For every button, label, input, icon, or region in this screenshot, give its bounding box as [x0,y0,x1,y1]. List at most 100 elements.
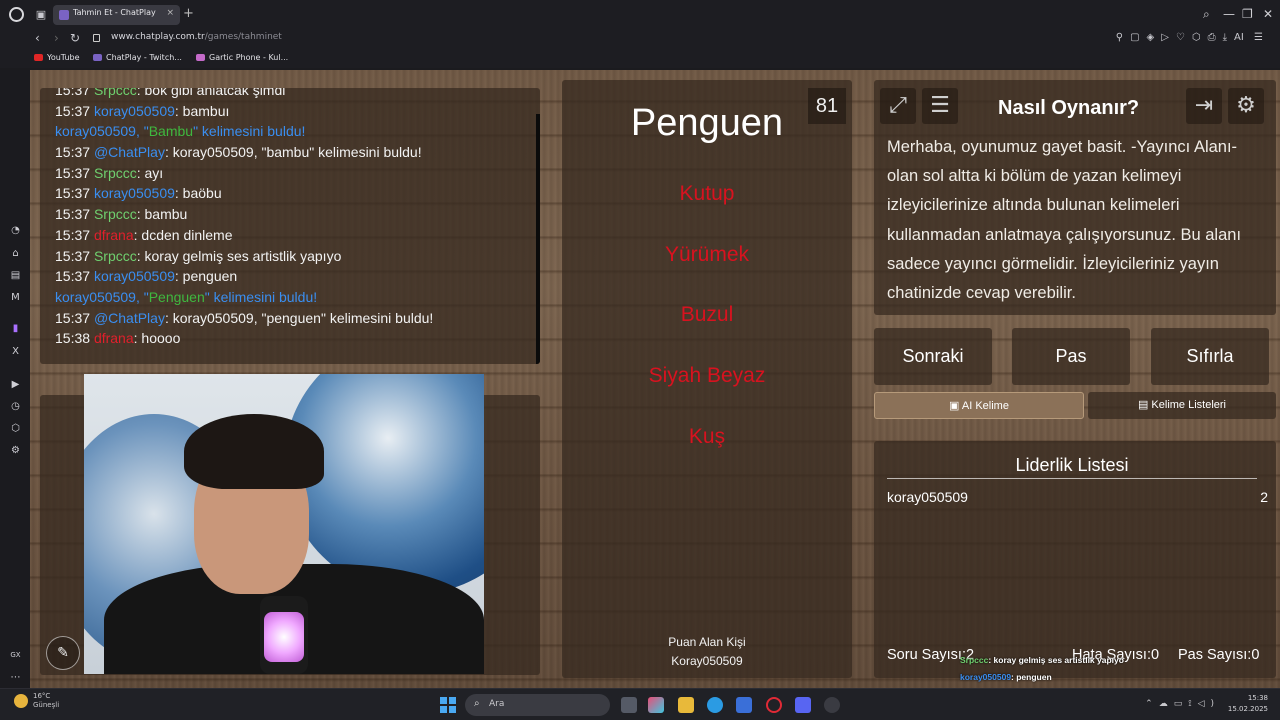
exit-icon[interactable]: ⇥ [1186,88,1222,124]
obs-icon[interactable] [824,697,840,713]
search-tabs-icon[interactable]: ⌕ [1203,7,1210,22]
task-view-icon[interactable] [621,697,637,713]
lock-icon [93,34,100,42]
back-icon[interactable]: ‹ [35,31,40,45]
file-explorer-icon[interactable] [678,697,694,713]
word-lists-button[interactable]: ▤ Kelime Listeleri [1088,392,1276,419]
message-time: 15:37 [55,185,91,202]
bookmark-gartic[interactable]: Gartic Phone - Kul... [196,53,288,62]
message-text: penguen [182,268,238,285]
close-tab-icon[interactable]: × [166,8,174,18]
settings-gear-icon[interactable]: ⚙ [1228,88,1264,124]
ai-word-label: AI Kelime [961,400,1009,412]
overlay-text: : penguen [1011,671,1052,682]
opera-gx-logo-icon[interactable] [9,7,24,22]
message-time: 15:37 [55,226,91,243]
message-separator: : [136,206,145,223]
active-tab[interactable]: Tahmin Et - ChatPlay × [53,5,180,25]
ai-toolbar-label[interactable]: AI [1234,32,1244,43]
url-domain: www.chatplay.com.tr [111,32,205,42]
taskbar-clock[interactable]: 15:38 15.02.2025 [1228,693,1268,715]
minimize-icon[interactable]: — [1223,7,1235,21]
overlay-text: : koray gelmiş ses artistlik yapıyo [988,655,1124,665]
bookmark-youtube[interactable]: YouTube [34,53,80,62]
message-user[interactable]: Srpccc [94,206,137,222]
tab-menu-icon[interactable]: ▣ [34,8,48,21]
tab-bar: ▣ Tahmin Et - ChatPlay × + ⌕ — ❐ ✕ [0,0,1280,30]
sidebar-settings-icon[interactable]: ⚙ [10,445,21,456]
next-button[interactable]: Sonraki [874,328,992,385]
message-user[interactable]: koray050509 [94,268,175,284]
store-icon[interactable] [736,697,752,713]
message-time: 15:37 [55,268,91,285]
overlay-message: Srpccc: koray gelmiş ses artistlik yapıy… [960,652,1280,669]
chat-message: 15:37 @ChatPlay: koray050509, "penguen" … [55,308,525,329]
reload-icon[interactable]: ↻ [70,31,80,45]
browser-sidebar: ◔ ⌂ ▤ M ▮ X ▶ ◷ ⬡ ⚙ GX ⋯ [0,68,30,688]
ai-word-button[interactable]: ▣ AI Kelime [874,392,1084,419]
sidebar-twitch-icon[interactable]: ▮ [10,323,21,334]
message-separator: : [136,164,145,181]
sidebar-player-icon[interactable]: ▶ [10,379,21,390]
message-user[interactable]: @ChatPlay [94,144,165,160]
bookmark-label: ChatPlay - Twitch... [106,53,182,62]
sidebar-x-icon[interactable]: X [10,346,21,357]
message-user[interactable]: koray050509 [94,103,175,119]
message-user[interactable]: koray050509 [94,185,175,201]
message-user[interactable]: Srpccc [94,248,137,264]
close-window-icon[interactable]: ✕ [1263,7,1273,21]
message-user[interactable]: Srpccc [94,88,137,98]
sidebar-history-icon[interactable]: ◷ [10,401,21,412]
weather-temp: 16°C [33,692,51,700]
maximize-icon[interactable]: ❐ [1242,7,1253,21]
message-user[interactable]: dfrana [94,330,134,346]
message-user[interactable]: @ChatPlay [94,310,165,326]
sidebar-more-icon[interactable]: ⋯ [10,672,21,683]
sidebar-extensions-icon[interactable]: ⬡ [10,423,21,434]
reset-button[interactable]: Sıfırla [1151,328,1269,385]
weather-sun-icon[interactable] [14,694,28,708]
chat-panel: 15:37 Srpccc: bok gibi anlatcak şimdi 15:… [40,88,540,364]
message-time: 15:37 [55,206,91,223]
sidebar-gx-icon[interactable]: GX [10,650,21,661]
chat-scrollbar[interactable] [536,114,540,364]
bookmark-chatplay[interactable]: ChatPlay - Twitch... [93,53,182,62]
weather-widget[interactable]: 16°C Güneşli [33,692,59,710]
message-text: hoooo [141,330,181,347]
discord-icon[interactable] [795,697,811,713]
fullscreen-icon[interactable]: ⤢ [880,88,916,124]
windows-start-icon[interactable] [440,697,456,713]
system-tray[interactable]: ⌃☁▭⟟◁) [1145,699,1220,709]
chatplay-favicon-icon [59,10,69,20]
sidebar-gx-control-icon[interactable]: ◔ [10,225,21,236]
copilot-icon[interactable] [648,697,664,713]
toolbar-icons[interactable]: ⚲▢◈▷♡⬡⎙⤓AI ☰ [1116,32,1270,43]
taskbar-search[interactable]: ⌕ Ara [465,694,610,716]
message-user[interactable]: Srpccc [94,165,137,181]
leaderboard-entry-name: koray050509 [887,489,968,505]
notes-icon[interactable]: ☰ [922,88,958,124]
sidebar-bag-icon[interactable]: ⌂ [10,248,21,259]
bookmarks-bar: YouTube ChatPlay - Twitch... Gartic Phon… [0,50,1280,68]
sidebar-tasks-icon[interactable]: ▤ [10,270,21,281]
microphone [260,596,308,674]
message-text: ayı [144,164,164,181]
url-field[interactable]: www.chatplay.com.tr/games/tahminet [111,32,282,42]
message-user[interactable]: dfrana [94,227,134,243]
message-time: 15:37 [55,247,91,264]
chat-message: koray050509, "Penguen" kelimesini buldu! [55,287,525,308]
pen-icon[interactable]: ✎ [46,636,80,670]
new-tab-button[interactable]: + [183,6,194,21]
message-time: 15:37 [55,164,91,181]
chat-message: 15:37 koray050509: bambuı [55,101,525,122]
pass-button[interactable]: Pas [1012,328,1130,385]
scorer-name: Koray050509 [671,654,743,668]
overlay-user: koray050509 [960,671,1012,682]
game-area: 15:37 Srpccc: bok gibi anlatcak şimdi 15:… [30,70,1280,690]
edge-icon[interactable] [707,697,723,713]
sidebar-m-icon[interactable]: M [10,292,21,303]
chat-message: 15:37 dfrana: dcden dinleme [55,225,525,246]
forbidden-word: Siyah Beyaz [648,364,766,387]
opera-gx-taskbar-icon[interactable] [766,697,782,713]
forward-icon[interactable]: › [54,31,59,45]
